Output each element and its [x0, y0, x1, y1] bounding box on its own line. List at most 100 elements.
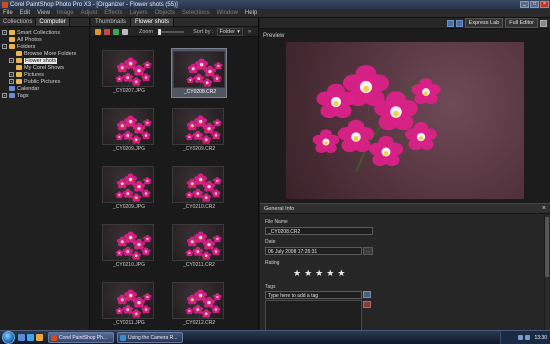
maximize-button[interactable]: □: [530, 1, 539, 8]
expand-icon[interactable]: +: [2, 93, 7, 98]
tree-item-pictures[interactable]: + Pictures: [2, 71, 89, 78]
preview-title: Preview: [263, 33, 285, 39]
window-title: Corel PaintShop Photo Pro X3 - [Organize…: [10, 1, 178, 8]
add-tag-button[interactable]: [363, 291, 371, 298]
express-lab-button[interactable]: Express Lab: [464, 18, 504, 28]
zoom-slider-handle[interactable]: [158, 28, 162, 35]
task-paintshop[interactable]: Corel PaintShop Ph...: [48, 332, 114, 343]
tag-input[interactable]: Type here to add a tag: [265, 291, 362, 299]
remove-tag-button[interactable]: [363, 301, 371, 308]
print-icon[interactable]: [122, 28, 128, 35]
tab-flower-shots[interactable]: Flower shots: [131, 18, 175, 26]
folder-icon[interactable]: [36, 334, 43, 341]
expand-icon[interactable]: +: [9, 58, 14, 63]
thumbnail-image: [102, 50, 154, 87]
tab-computer[interactable]: Computer: [36, 18, 70, 26]
menu-image[interactable]: Image: [57, 10, 74, 16]
star-icon[interactable]: ★: [315, 269, 323, 278]
info-scrollbar[interactable]: [544, 215, 549, 331]
file-name-field[interactable]: _CY0208.CR2: [265, 227, 373, 235]
tree-item-public-pictures[interactable]: + Public Pictures: [2, 78, 89, 85]
menu-effects[interactable]: Effects: [104, 10, 122, 16]
close-button[interactable]: ×: [540, 1, 549, 8]
thumbnail-item[interactable]: _CY0210.CR2: [171, 164, 227, 214]
document-icon: [120, 334, 126, 341]
folder-icon: [16, 51, 22, 56]
collapse-icon[interactable]: −: [2, 44, 7, 49]
menu-objects[interactable]: Objects: [155, 10, 175, 16]
browser-icon[interactable]: [27, 334, 34, 341]
menu-view[interactable]: View: [37, 10, 50, 16]
thumbnail-image: [102, 108, 154, 145]
star-icon[interactable]: ★: [304, 269, 312, 278]
menu-adjust[interactable]: Adjust: [81, 10, 98, 16]
expand-icon[interactable]: +: [9, 79, 14, 84]
import-icon[interactable]: [113, 28, 119, 35]
volume-icon[interactable]: [525, 335, 531, 340]
menu-bar: File Edit View Image Adjust Effects Laye…: [0, 9, 550, 18]
folder-icon: [16, 72, 22, 77]
start-button[interactable]: [2, 331, 15, 344]
thumbnail-item[interactable]: _CY0210.JPG: [101, 222, 157, 272]
date-label: Date: [265, 239, 276, 245]
star-icon[interactable]: ★: [293, 269, 301, 278]
thumbnail-item[interactable]: _CY0209.CR2: [171, 106, 227, 156]
network-icon[interactable]: [518, 335, 524, 340]
show-desktop-icon[interactable]: [18, 334, 25, 341]
full-editor-button[interactable]: Full Editor: [505, 18, 538, 28]
thumbnail-item[interactable]: _CY0207.JPG: [101, 48, 157, 98]
collapse-panel-icon[interactable]: »: [248, 29, 251, 35]
task-camera-raw[interactable]: Using the Camera R...: [117, 332, 183, 343]
menu-help[interactable]: Help: [245, 10, 257, 16]
orchid-photo: [312, 65, 441, 173]
date-field[interactable]: 06 July 2008 17:26:31: [265, 247, 362, 255]
panel-menu-icon[interactable]: [540, 19, 547, 27]
thumbnail-toolbar: Zoom Sort by : Folder ▾ »: [91, 27, 258, 37]
thumbnail-item[interactable]: _CY0212.CR2: [171, 280, 227, 330]
layout-icon[interactable]: [455, 19, 463, 27]
sort-select[interactable]: Folder ▾: [216, 27, 243, 36]
tree-item-browse-more-folders[interactable]: Browse More Folders: [2, 50, 89, 57]
calendar-picker-button[interactable]: …: [363, 247, 373, 255]
close-icon[interactable]: ×: [542, 205, 546, 212]
thumbnail-item[interactable]: _CY0211.JPG: [101, 280, 157, 330]
tree-item-label: Browse More Folders: [24, 50, 77, 57]
tab-thumbnails[interactable]: Thumbnails: [91, 18, 132, 26]
menu-selections[interactable]: Selections: [182, 10, 210, 16]
file-name-label: File Name: [265, 219, 288, 225]
minimize-button[interactable]: _: [520, 1, 529, 8]
thumbnail-item[interactable]: _CY0211.CR2: [171, 222, 227, 272]
rating-stars[interactable]: ★ ★ ★ ★ ★: [293, 269, 345, 278]
edit-icon[interactable]: [95, 28, 101, 35]
thumbnail-item[interactable]: _CY0209.JPG: [101, 164, 157, 214]
info-title: General Info: [264, 205, 295, 212]
menu-layers[interactable]: Layers: [130, 10, 148, 16]
tree-item-smart-collections[interactable]: + Smart Collections: [2, 29, 89, 36]
menu-file[interactable]: File: [3, 10, 13, 16]
scrollbar-thumb[interactable]: [545, 217, 549, 277]
expand-icon[interactable]: +: [9, 72, 14, 77]
tree-item-label: Tags: [17, 92, 29, 99]
thumbnail-item[interactable]: _CY0208.CR2: [171, 48, 227, 98]
menu-edit[interactable]: Edit: [20, 10, 30, 16]
star-icon[interactable]: ★: [326, 269, 334, 278]
star-icon[interactable]: ★: [337, 269, 345, 278]
thumbnail-image: [172, 108, 224, 145]
navigation-panel: Collections Computer + Smart Collections…: [0, 18, 90, 330]
tab-collections[interactable]: Collections: [0, 18, 37, 26]
thumbnail-item[interactable]: _CY0209.JPG: [101, 106, 157, 156]
menu-window[interactable]: Window: [217, 10, 238, 16]
tree-item-calendar[interactable]: Calendar: [2, 85, 89, 92]
clock: 13:30: [534, 334, 547, 341]
view-mode-icon[interactable]: [446, 19, 454, 27]
brush-icon[interactable]: [104, 28, 110, 35]
tree-item-all-photos[interactable]: All Photos: [2, 36, 89, 43]
tag-list[interactable]: [265, 300, 362, 331]
tree-item-tags[interactable]: + Tags: [2, 92, 89, 99]
tree-item-flower-shots[interactable]: + Flower shots: [2, 57, 89, 64]
expand-icon[interactable]: +: [2, 30, 7, 35]
tree-item-folders[interactable]: − Folders: [2, 43, 89, 50]
tree-item-my-corel-shows[interactable]: My Corel Shows: [2, 64, 89, 71]
zoom-slider[interactable]: [158, 28, 185, 35]
thumbnail-caption: _CY0212.CR2: [182, 320, 216, 326]
